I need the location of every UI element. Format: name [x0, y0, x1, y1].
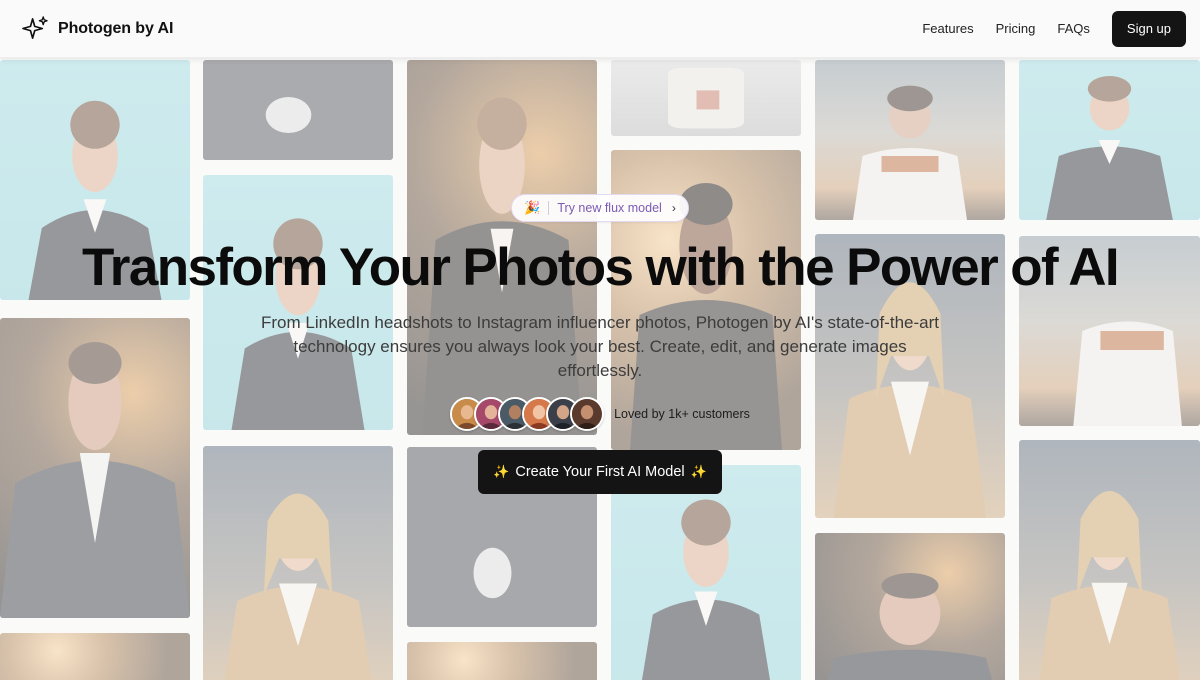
hero-subtitle: From LinkedIn headshots to Instagram inf…	[261, 312, 939, 380]
badge-divider	[548, 201, 550, 215]
brand-name: Photogen by AI	[58, 19, 174, 37]
nav-link-pricing[interactable]: Pricing	[996, 21, 1036, 36]
main-nav: Features Pricing FAQs Sign up	[922, 10, 1186, 47]
hero-title: Transform Your Photos with the Power of …	[81, 238, 1120, 297]
create-ai-model-button[interactable]: ✨ Create Your First AI Model ✨	[478, 450, 722, 495]
cta-label: Create Your First AI Model	[515, 464, 685, 481]
sign-up-button[interactable]: Sign up	[1111, 10, 1186, 47]
party-popper-icon: 🎉	[524, 200, 541, 215]
new-model-badge-link[interactable]: 🎉 Try new flux model ›	[511, 194, 689, 222]
nav-link-features[interactable]: Features	[922, 21, 973, 36]
top-navbar: Photogen by AI Features Pricing FAQs Sig…	[0, 0, 1200, 58]
brand-logo-link[interactable]: Photogen by AI	[22, 15, 173, 42]
sparkles-icon: ✨	[493, 464, 510, 480]
sparkles-icon: ✨	[690, 464, 707, 480]
nav-link-faqs[interactable]: FAQs	[1057, 21, 1090, 36]
hero-section: 🎉 Try new flux model › Transform Your Ph…	[0, 194, 1200, 495]
customer-avatars	[450, 397, 605, 432]
cta-wrapper: ✨ Create Your First AI Model ✨	[0, 450, 1200, 495]
social-proof: Loved by 1k+ customers	[450, 397, 750, 432]
customer-avatar	[570, 397, 605, 432]
chevron-right-icon: ›	[671, 201, 676, 215]
sparkles-icon	[22, 16, 48, 39]
social-proof-text: Loved by 1k+ customers	[614, 407, 750, 422]
badge-label: Try new flux model	[557, 201, 662, 215]
